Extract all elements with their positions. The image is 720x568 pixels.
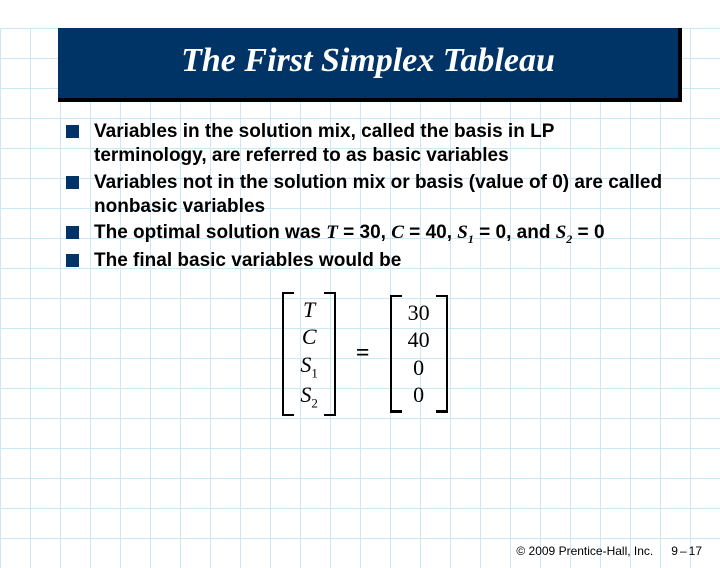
square-bullet-icon (66, 125, 79, 138)
slide-title: The First Simplex Tableau (58, 28, 682, 102)
bullet-item: The optimal solution was T = 30, C = 40,… (66, 221, 664, 247)
slide-content: The First Simplex Tableau Variables in t… (0, 28, 720, 416)
val-T: 30 (360, 222, 381, 243)
var-C: C (391, 222, 404, 243)
bullet-text: The optimal solution was (94, 222, 326, 243)
vec-var: C (302, 323, 317, 351)
val-C: 40 (426, 222, 447, 243)
vec-var: T (303, 296, 315, 324)
page-number: 9–17 (671, 544, 702, 558)
slide-footer: © 2009 Prentice-Hall, Inc. 9–17 (516, 544, 702, 558)
bullet-text: Variables not in the solution mix or bas… (94, 172, 662, 193)
value-vector: 30 40 0 0 (400, 295, 438, 413)
bullet-item: Variables not in the solution mix or bas… (66, 171, 664, 220)
equals-sign: = (350, 340, 376, 367)
vec-val: 0 (413, 354, 424, 382)
left-bracket-icon (390, 295, 400, 413)
copyright-text: © 2009 Prentice-Hall, Inc. (516, 544, 653, 558)
left-bracket-icon (282, 292, 292, 416)
vector-equation: T C S1 S2 = 30 40 0 0 (66, 292, 664, 416)
page-subnumber: 17 (689, 544, 702, 558)
right-bracket-group: 30 40 0 0 (390, 295, 448, 413)
right-bracket-icon (326, 292, 336, 416)
bullet-item: The final basic variables would be (66, 249, 664, 273)
val-S1: 0 (496, 222, 507, 243)
slide-body: Variables in the solution mix, called th… (66, 120, 664, 416)
page-sep: – (678, 544, 689, 558)
square-bullet-icon (66, 254, 79, 267)
bullet-item: Variables in the solution mix, called th… (66, 120, 664, 169)
var-S1: S1 (457, 222, 474, 243)
vec-var: S2 (300, 381, 318, 412)
square-bullet-icon (66, 176, 79, 189)
vec-val: 40 (408, 326, 430, 354)
keyword-nonbasic-variables: nonbasic variables (94, 196, 265, 217)
vec-val: 30 (408, 299, 430, 327)
chapter-number: 9 (671, 544, 678, 558)
vec-var: S1 (300, 351, 318, 382)
square-bullet-icon (66, 226, 79, 239)
var-T: T (326, 222, 338, 243)
keyword-basic-variables: basic variables (372, 145, 508, 166)
variable-vector: T C S1 S2 (292, 292, 326, 416)
vec-val: 0 (413, 381, 424, 409)
right-bracket-icon (438, 295, 448, 413)
and-text: and (517, 222, 551, 243)
keyword-basis: basis (454, 121, 503, 142)
bullet-text: Variables in the solution mix, called th… (94, 121, 454, 142)
var-S2: S2 (556, 222, 573, 243)
val-S2: 0 (594, 222, 605, 243)
bullet-list: Variables in the solution mix, called th… (66, 120, 664, 274)
left-bracket-group: T C S1 S2 (282, 292, 336, 416)
bullet-text: The final basic variables would be (94, 250, 401, 271)
